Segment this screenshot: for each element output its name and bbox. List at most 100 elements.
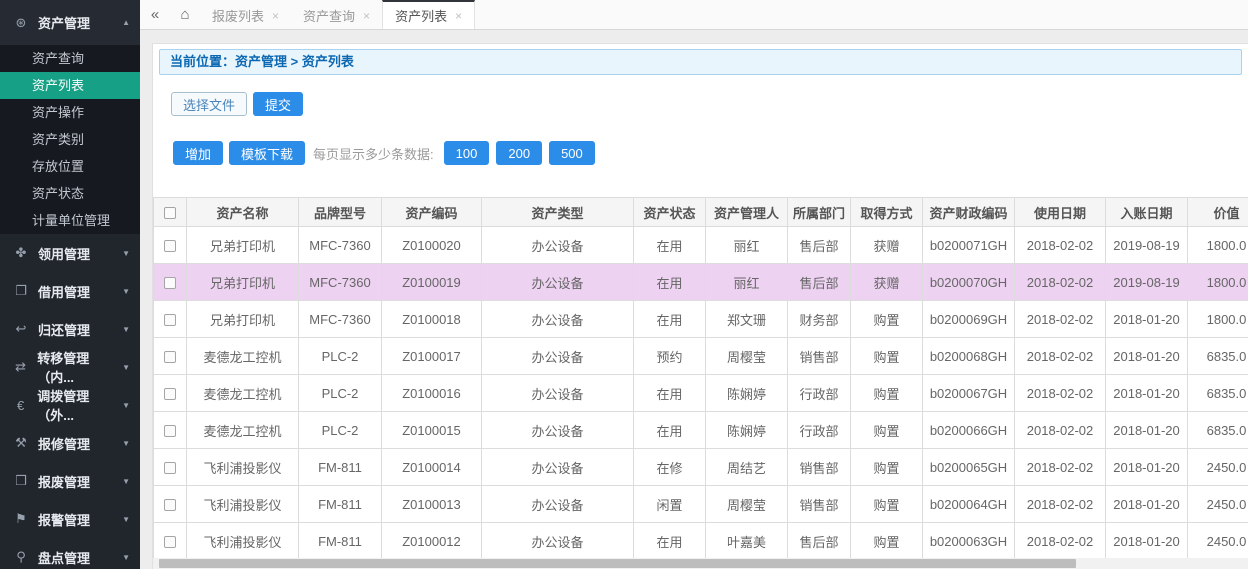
table-cell: 2018-02-02 <box>1015 523 1106 560</box>
table-cell: 办公设备 <box>482 227 634 264</box>
sidebar-subitem-6[interactable]: 资产状态 <box>0 180 140 207</box>
sidebar-item-8[interactable]: ❒报废管理▼ <box>0 462 140 500</box>
select-all-checkbox[interactable] <box>164 207 176 219</box>
tab-label: 资产查询 <box>303 6 355 25</box>
tab-close-icon[interactable]: × <box>455 9 462 23</box>
column-header: 资产编码 <box>382 198 482 227</box>
tab-label: 报废列表 <box>212 6 264 25</box>
page-size-500-button[interactable]: 500 <box>549 141 595 165</box>
sidebar-item-2[interactable]: ✤领用管理▼ <box>0 234 140 272</box>
table-cell: 办公设备 <box>482 449 634 486</box>
requisition-icon: ✤ <box>12 245 30 261</box>
content-panel: 当前位置：资产管理 > 资产列表 选择文件 提交 增加 模板下载 每页显示多少条… <box>152 43 1248 569</box>
row-checkbox[interactable] <box>164 388 176 400</box>
table-cell: 获赠 <box>851 264 923 301</box>
row-checkbox[interactable] <box>164 499 176 511</box>
home-icon[interactable]: ⌂ <box>170 0 200 29</box>
table-row: 麦德龙工控机PLC-2Z0100017办公设备预约周樱莹销售部购置b020006… <box>154 338 1248 375</box>
submit-button[interactable]: 提交 <box>253 92 303 116</box>
choose-file-button[interactable]: 选择文件 <box>171 92 247 116</box>
row-checkbox[interactable] <box>164 314 176 326</box>
table-cell: 2018-01-20 <box>1106 486 1188 523</box>
sidebar-item-5[interactable]: ⇄转移管理（内...▼ <box>0 348 140 386</box>
table-cell: 2450.0 <box>1188 486 1248 523</box>
asset-table-wrap: 资产名称品牌型号资产编码资产类型资产状态资产管理人所属部门取得方式资产财政编码使… <box>153 197 1248 560</box>
tab-2[interactable]: 资产查询 × <box>291 0 382 29</box>
table-cell: 购置 <box>851 301 923 338</box>
table-row: 麦德龙工控机PLC-2Z0100015办公设备在用陈娴婷行政部购置b020006… <box>154 412 1248 449</box>
page-size-200-button[interactable]: 200 <box>496 141 542 165</box>
table-header-row: 资产名称品牌型号资产编码资产类型资产状态资产管理人所属部门取得方式资产财政编码使… <box>154 198 1248 227</box>
row-checkbox[interactable] <box>164 462 176 474</box>
add-button[interactable]: 增加 <box>173 141 223 165</box>
sidebar-subitem-5[interactable]: 存放位置 <box>0 153 140 180</box>
sidebar-subitem-4[interactable]: 资产类别 <box>0 126 140 153</box>
table-cell: 兄弟打印机 <box>187 227 299 264</box>
return-icon: ↩ <box>12 321 30 337</box>
horizontal-scrollbar-thumb[interactable] <box>159 559 1076 568</box>
sidebar-subitem-1[interactable]: 资产查询 <box>0 45 140 72</box>
table-cell: Z0100015 <box>382 412 482 449</box>
table-cell: FM-811 <box>299 449 382 486</box>
table-cell: 兄弟打印机 <box>187 301 299 338</box>
tab-close-icon[interactable]: × <box>272 9 279 23</box>
sidebar-subitem-2[interactable]: 资产列表 <box>0 72 140 99</box>
table-cell: 2018-02-02 <box>1015 412 1106 449</box>
chevron-down-icon: ▼ <box>122 287 130 296</box>
sidebar-item-9[interactable]: ⚑报警管理▼ <box>0 500 140 538</box>
asset-table: 资产名称品牌型号资产编码资产类型资产状态资产管理人所属部门取得方式资产财政编码使… <box>153 197 1248 560</box>
repair-icon: ⚒ <box>12 435 30 451</box>
row-checkbox[interactable] <box>164 425 176 437</box>
sidebar-item-3[interactable]: ❐借用管理▼ <box>0 272 140 310</box>
sidebar-subitem-3[interactable]: 资产操作 <box>0 99 140 126</box>
column-header: 资产名称 <box>187 198 299 227</box>
table-cell: 2019-08-19 <box>1106 227 1188 264</box>
tab-3[interactable]: 资产列表× <box>382 0 475 29</box>
row-checkbox[interactable] <box>164 240 176 252</box>
table-cell: 办公设备 <box>482 375 634 412</box>
sidebar-item-6[interactable]: €调拨管理（外...▼ <box>0 386 140 424</box>
row-checkbox[interactable] <box>164 351 176 363</box>
table-cell: b0200064GH <box>923 486 1015 523</box>
sidebar-menu: ⊛资产管理▲资产查询资产列表资产操作资产类别存放位置资产状态计量单位管理✤领用管… <box>0 0 140 569</box>
collapse-tabs-icon[interactable]: « <box>140 0 170 29</box>
row-select-cell <box>154 301 187 338</box>
table-cell: 叶嘉美 <box>706 523 788 560</box>
row-select-cell <box>154 227 187 264</box>
sidebar-item-4[interactable]: ↩归还管理▼ <box>0 310 140 348</box>
tab-1[interactable]: 报废列表 × <box>200 0 291 29</box>
row-checkbox[interactable] <box>164 277 176 289</box>
page-size-options: 100200 500 <box>444 141 595 165</box>
sidebar-item-label: 报废管理 <box>38 472 90 491</box>
table-cell: Z0100020 <box>382 227 482 264</box>
table-row: 飞利浦投影仪FM-811Z0100013办公设备闲置周樱莹销售部购置b02000… <box>154 486 1248 523</box>
table-cell: 办公设备 <box>482 486 634 523</box>
sidebar-item-label: 调拨管理（外... <box>37 386 122 424</box>
table-row: 麦德龙工控机PLC-2Z0100016办公设备在用陈娴婷行政部购置b020006… <box>154 375 1248 412</box>
sidebar-subitem-7[interactable]: 计量单位管理 <box>0 207 140 234</box>
page-size-100-button[interactable]: 100 <box>444 141 490 165</box>
horizontal-scrollbar[interactable] <box>153 558 1248 569</box>
borrow-icon: ❐ <box>12 283 30 299</box>
table-cell: b0200065GH <box>923 449 1015 486</box>
table-cell: 闲置 <box>634 486 706 523</box>
table-cell: 周樱莹 <box>706 486 788 523</box>
table-cell: 2450.0 <box>1188 449 1248 486</box>
table-cell: 在用 <box>634 412 706 449</box>
table-cell: Z0100019 <box>382 264 482 301</box>
template-download-button[interactable]: 模板下载 <box>229 141 305 165</box>
transfer-icon: ⇄ <box>12 359 29 375</box>
table-cell: 2018-01-20 <box>1106 449 1188 486</box>
table-cell: 2018-01-20 <box>1106 301 1188 338</box>
sidebar-submenu: 资产查询资产列表资产操作资产类别存放位置资产状态计量单位管理 <box>0 45 140 234</box>
tab-close-icon[interactable]: × <box>363 9 370 23</box>
table-cell: b0200067GH <box>923 375 1015 412</box>
sidebar-item-10[interactable]: ⚲盘点管理▼ <box>0 538 140 569</box>
sidebar-item-7[interactable]: ⚒报修管理▼ <box>0 424 140 462</box>
row-checkbox[interactable] <box>164 536 176 548</box>
table-cell: 周樱莹 <box>706 338 788 375</box>
column-header: 所属部门 <box>788 198 851 227</box>
table-cell: Z0100013 <box>382 486 482 523</box>
sidebar-item-1[interactable]: ⊛资产管理▲ <box>0 0 140 45</box>
table-cell: 兄弟打印机 <box>187 264 299 301</box>
